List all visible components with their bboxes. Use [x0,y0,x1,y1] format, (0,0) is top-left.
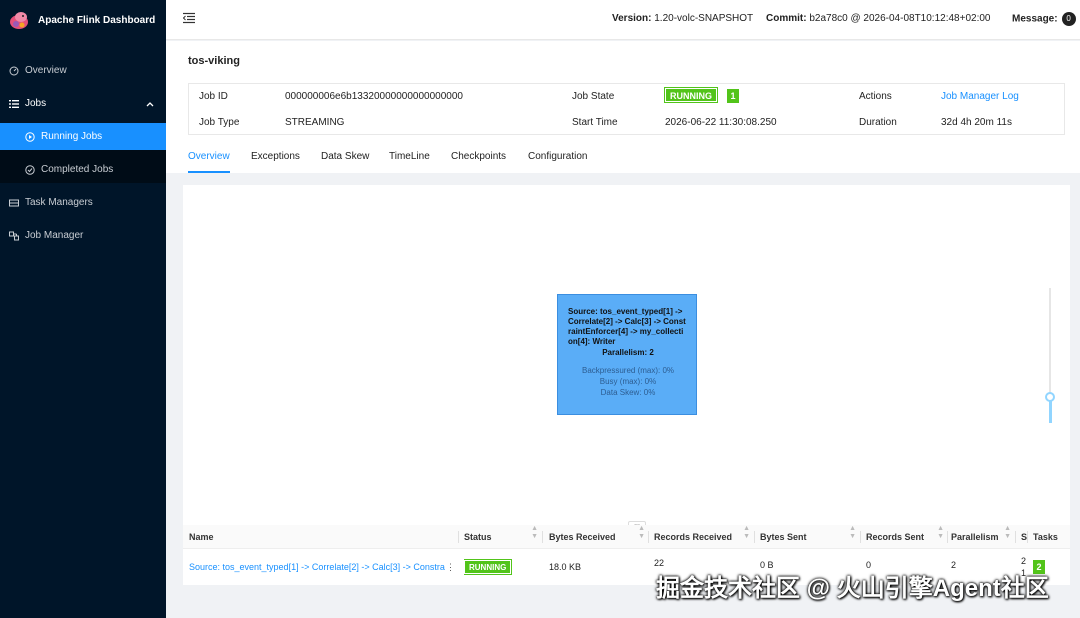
play-circle-icon [24,131,35,142]
job-type-label: Job Type [199,117,240,128]
job-id-value: 000000006e6b13320000000000000000 [285,91,463,102]
column-header-name[interactable]: Name [189,525,449,549]
sidebar-item-overview[interactable]: Overview [0,57,166,84]
dashboard-icon [8,65,19,76]
column-header-label: Records Sent [866,532,925,542]
column-header-label: Records Received [654,532,733,542]
sidebar-item-label: Running Jobs [41,131,103,142]
version-info: Version: 1.20-volc-SNAPSHOT [612,13,753,24]
column-header-label: Status [464,532,492,542]
version-label: Version: [612,13,652,24]
job-info-row: Job Type STREAMING Start Time 2026-06-22… [189,110,1064,136]
graph-node[interactable]: Source: tos_event_typed[1] -> Correlate[… [557,294,697,415]
node-busy: Busy (max): 0% [599,377,657,386]
tab-data-skew[interactable]: Data Skew [321,151,369,173]
start-time-cell-top: 2 [1021,556,1027,566]
job-state-tag: RUNNING [664,87,718,103]
duration-value: 32d 4h 20m 11s [941,117,1012,128]
sort-icon: ▲ ▼ [849,525,856,540]
message-info[interactable]: Message: 0 [1012,12,1076,26]
column-header-label: Bytes Sent [760,532,807,542]
tab-exceptions[interactable]: Exceptions [251,151,300,173]
duration-label: Duration [859,117,897,128]
status-badge: RUNNING [464,559,513,575]
sidebar-item-label: Job Manager [25,230,84,241]
column-header-tasks[interactable]: Tasks [1033,525,1065,549]
sort-icon: ▲ ▼ [743,525,750,540]
server-icon [8,197,19,208]
node-title: Source: tos_event_typed[1] -> Correlate[… [568,307,686,346]
node-parallelism: Parallelism: 2 [602,348,654,357]
tab-overview[interactable]: Overview [188,151,230,173]
more-icon[interactable]: ⋮ [446,549,452,585]
top-header: Version: 1.20-volc-SNAPSHOT Commit: b2a7… [166,0,1080,40]
message-count-badge: 0 [1061,12,1076,26]
column-header-bytes-sent[interactable]: Bytes Sent ▲ ▼ [760,525,856,549]
tab-configuration[interactable]: Configuration [528,151,587,173]
cluster-icon [8,230,19,241]
list-icon [8,98,19,109]
start-time-label: Start Time [572,117,618,128]
commit-value: b2a78c0 @ 2026-04-08T10:12:48+02:00 [809,13,991,24]
sidebar-item-task-managers[interactable]: Task Managers [0,189,166,216]
brand[interactable]: Apache Flink Dashboard [0,0,166,40]
watermark-text: 掘金技术社区 @ 火山引擎Agent社区 [656,575,1049,602]
job-name: tos-viking [188,55,240,67]
actions-label: Actions [859,91,892,102]
vertex-status: RUNNING [464,549,538,585]
app-title: Apache Flink Dashboard [38,14,156,26]
sort-icon: ▲ ▼ [937,525,944,540]
sort-icon: ▲ ▼ [638,525,645,540]
sidebar-menu: Overview Jobs Running Jobs Completed Job… [0,57,166,249]
sidebar-item-job-manager[interactable]: Job Manager [0,222,166,249]
jobs-submenu: Running Jobs Completed Jobs [0,123,166,183]
bytes-received-cell: 18.0 KB [549,562,582,572]
vertex-name-link[interactable]: Source: tos_event_typed[1] -> Correlate[… [189,549,445,585]
menu-fold-icon[interactable] [182,12,195,24]
table-header: Name Status ▲ ▼ Bytes Received ▲ ▼ Records R… [183,525,1070,549]
tab-checkpoints[interactable]: Checkpoints [451,151,506,173]
start-time-value: 2026-06-22 11:30:08.250 [665,117,777,128]
job-summary-panel: tos-viking Job ID 000000006e6b1332000000… [166,41,1080,173]
column-header-label: Bytes Received [549,532,616,542]
version-value: 1.20-volc-SNAPSHOT [654,13,754,24]
chevron-up-icon [146,99,154,110]
column-header-label: Parallelism [951,532,999,542]
flink-logo-icon [10,12,28,29]
sidebar-item-label: Overview [25,65,67,76]
sidebar-item-jobs[interactable]: Jobs [0,90,166,117]
job-manager-log-link[interactable]: Job Manager Log [941,84,1019,110]
check-circle-icon [24,164,35,175]
zoom-slider-handle[interactable] [1045,392,1055,402]
sidebar-item-completed-jobs[interactable]: Completed Jobs [0,156,166,183]
job-id-label: Job ID [199,91,228,102]
tab-timeline[interactable]: TimeLine [389,151,430,173]
commit-info: Commit: b2a78c0 @ 2026-04-08T10:12:48+02… [766,13,990,24]
sidebar-item-label: Task Managers [25,197,93,208]
message-label: Message: [1012,13,1058,25]
job-state-label: Job State [572,91,615,102]
sort-icon: ▲ ▼ [531,525,538,540]
column-header-records-sent[interactable]: Records Sent ▲ ▼ [866,525,944,549]
sort-icon: ▲ ▼ [1004,525,1011,540]
job-type-value: STREAMING [285,117,345,128]
sidebar: Apache Flink Dashboard Overview Jobs Run… [0,0,166,618]
job-info-row: Job ID 000000006e6b13320000000000000000 … [189,84,1064,110]
column-header-parallelism[interactable]: Parallelism ▲ ▼ [951,525,1011,549]
column-header-records-received[interactable]: Records Received ▲ ▼ [654,525,750,549]
sidebar-item-label: Jobs [25,98,47,109]
column-header-bytes-received[interactable]: Bytes Received ▲ ▼ [549,525,645,549]
column-header-status[interactable]: Status ▲ ▼ [464,525,538,549]
job-state-count: 1 [727,89,739,103]
node-backpressured: Backpressured (max): 0% [581,366,675,375]
sidebar-item-running-jobs[interactable]: Running Jobs [0,123,166,150]
sidebar-item-label: Completed Jobs [41,164,114,175]
job-info-table: Job ID 000000006e6b13320000000000000000 … [188,83,1065,135]
job-state-value: RUNNING 1 [664,84,739,110]
node-data-skew: Data Skew: 0% [600,388,656,397]
commit-label: Commit: [766,13,807,24]
